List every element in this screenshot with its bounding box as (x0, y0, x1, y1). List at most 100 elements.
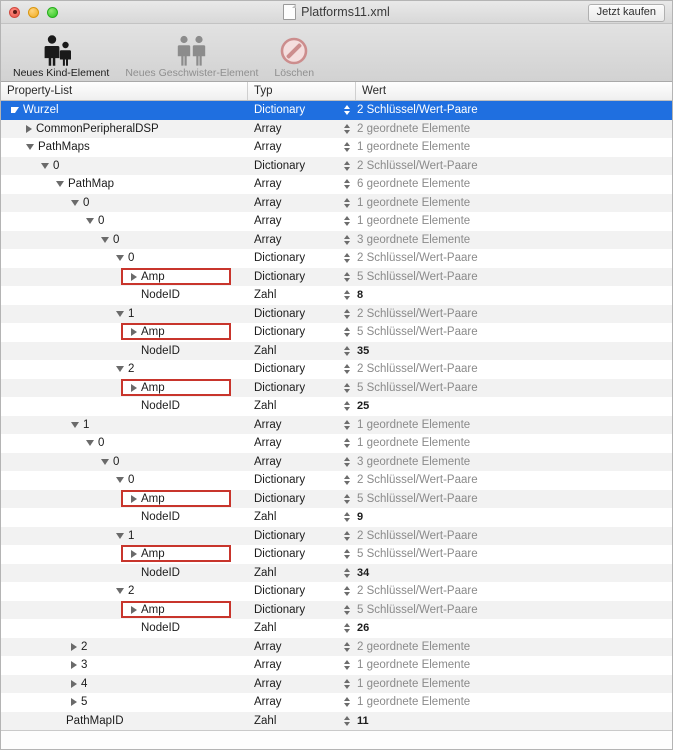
tree-row-value-cell[interactable]: 2 geordnete Elemente (356, 641, 672, 653)
tree-row-type-cell[interactable]: Dictionary (248, 252, 338, 264)
tree-row-name-cell[interactable]: NodeID (1, 564, 248, 583)
tree-row-value-cell[interactable]: 3 geordnete Elemente (356, 234, 672, 246)
tree-row[interactable]: 5 Array 1 geordnete Elemente (1, 693, 672, 712)
tree-row[interactable]: NodeID Zahl 35 (1, 341, 672, 360)
tree-row-name-cell[interactable]: NodeID (1, 286, 248, 305)
value-stepper[interactable] (338, 196, 356, 209)
value-stepper[interactable] (338, 677, 356, 690)
tree-row-type-cell[interactable]: Array (248, 197, 338, 209)
tree-row[interactable]: Amp Dictionary 5 Schlüssel/Wert-Paare (1, 323, 672, 342)
value-stepper[interactable] (338, 122, 356, 135)
tree-row-name-cell[interactable]: 0 (1, 453, 248, 472)
tree-row[interactable]: NodeID Zahl 26 (1, 619, 672, 638)
tree-row-type-cell[interactable]: Array (248, 419, 338, 431)
tree-row-name-cell[interactable]: Wurzel (1, 101, 248, 120)
tree-row-name-cell[interactable]: Amp (1, 545, 248, 564)
tree-row-value-cell[interactable]: 5 Schlüssel/Wert-Paare (356, 493, 672, 505)
tree-row-type-cell[interactable]: Zahl (248, 567, 338, 579)
property-list-tree[interactable]: Wurzel Dictionary 2 Schlüssel/Wert-Paare Co… (1, 101, 672, 733)
tree-row-value-cell[interactable]: 5 Schlüssel/Wert-Paare (356, 271, 672, 283)
tree-row-type-cell[interactable]: Dictionary (248, 548, 338, 560)
zoom-light-icon[interactable] (47, 6, 58, 18)
tree-row[interactable]: 0 Dictionary 2 Schlüssel/Wert-Paare (1, 156, 672, 175)
chevron-right-icon[interactable] (131, 272, 137, 281)
tree-row-type-cell[interactable]: Zahl (248, 715, 338, 727)
tree-row[interactable]: 2 Dictionary 2 Schlüssel/Wert-Paare (1, 582, 672, 601)
tree-row[interactable]: 0 Array 1 geordnete Elemente (1, 193, 672, 212)
chevron-down-icon[interactable] (116, 532, 124, 539)
tree-row-value-cell[interactable]: 34 (356, 567, 672, 579)
tree-row-type-cell[interactable]: Array (248, 141, 338, 153)
tree-row-name-cell[interactable]: NodeID (1, 619, 248, 638)
tree-row[interactable]: NodeID Zahl 25 (1, 397, 672, 416)
delete-button[interactable]: Löschen (268, 26, 320, 79)
chevron-down-icon[interactable] (71, 199, 79, 206)
chevron-down-icon[interactable] (26, 144, 34, 151)
value-stepper[interactable] (338, 566, 356, 579)
tree-row-value-cell[interactable]: 2 Schlüssel/Wert-Paare (356, 104, 672, 116)
tree-row-name-cell[interactable]: PathMaps (1, 138, 248, 157)
tree-row-name-cell[interactable]: 2 (1, 582, 248, 601)
tree-row-value-cell[interactable]: 6 geordnete Elemente (356, 178, 672, 190)
tree-row-type-cell[interactable]: Zahl (248, 345, 338, 357)
tree-row[interactable]: 1 Dictionary 2 Schlüssel/Wert-Paare (1, 304, 672, 323)
value-stepper[interactable] (338, 511, 356, 524)
tree-row[interactable]: Amp Dictionary 5 Schlüssel/Wert-Paare (1, 600, 672, 619)
tree-row-value-cell[interactable]: 2 Schlüssel/Wert-Paare (356, 308, 672, 320)
value-stepper[interactable] (338, 178, 356, 191)
tree-row-value-cell[interactable]: 2 Schlüssel/Wert-Paare (356, 363, 672, 375)
tree-row-value-cell[interactable]: 2 geordnete Elemente (356, 123, 672, 135)
value-stepper[interactable] (338, 104, 356, 117)
tree-row-type-cell[interactable]: Zahl (248, 511, 338, 523)
tree-row-type-cell[interactable]: Array (248, 456, 338, 468)
tree-row-name-cell[interactable]: 5 (1, 693, 248, 712)
tree-row-value-cell[interactable]: 1 geordnete Elemente (356, 419, 672, 431)
value-stepper[interactable] (338, 585, 356, 598)
tree-row[interactable]: NodeID Zahl 9 (1, 508, 672, 527)
tree-row-type-cell[interactable]: Array (248, 641, 338, 653)
tree-row-type-cell[interactable]: Zahl (248, 622, 338, 634)
value-stepper[interactable] (338, 289, 356, 302)
tree-row-value-cell[interactable]: 1 geordnete Elemente (356, 215, 672, 227)
tree-row[interactable]: 1 Array 1 geordnete Elemente (1, 415, 672, 434)
tree-row[interactable]: PathMap Array 6 geordnete Elemente (1, 175, 672, 194)
chevron-down-icon[interactable] (101, 458, 109, 465)
chevron-down-icon[interactable] (41, 162, 49, 169)
chevron-down-icon[interactable] (116, 255, 124, 262)
chevron-down-icon[interactable] (86, 218, 94, 225)
chevron-right-icon[interactable] (71, 661, 77, 670)
new-child-element-button[interactable]: Neues Kind-Element (7, 26, 115, 79)
tree-row-type-cell[interactable]: Array (248, 659, 338, 671)
tree-row-type-cell[interactable]: Dictionary (248, 530, 338, 542)
value-stepper[interactable] (338, 215, 356, 228)
tree-row-type-cell[interactable]: Dictionary (248, 271, 338, 283)
chevron-right-icon[interactable] (26, 124, 32, 133)
chevron-down-icon[interactable] (116, 477, 124, 484)
chevron-right-icon[interactable] (131, 494, 137, 503)
tree-row-value-cell[interactable]: 25 (356, 400, 672, 412)
tree-row-name-cell[interactable]: 0 (1, 434, 248, 453)
tree-row-name-cell[interactable]: CommonPeripheralDSP (1, 120, 248, 139)
value-stepper[interactable] (338, 437, 356, 450)
chevron-right-icon[interactable] (71, 698, 77, 707)
tree-row[interactable]: 1 Dictionary 2 Schlüssel/Wert-Paare (1, 526, 672, 545)
value-stepper[interactable] (338, 603, 356, 616)
tree-row[interactable]: NodeID Zahl 34 (1, 563, 672, 583)
close-light-icon[interactable] (9, 6, 20, 18)
tree-row-name-cell[interactable]: Amp (1, 323, 248, 342)
tree-row[interactable]: 4 Array 1 geordnete Elemente (1, 674, 672, 693)
tree-row-value-cell[interactable]: 1 geordnete Elemente (356, 197, 672, 209)
chevron-right-icon[interactable] (131, 383, 137, 392)
value-stepper[interactable] (338, 326, 356, 339)
tree-row-value-cell[interactable]: 26 (356, 622, 672, 634)
value-stepper[interactable] (338, 141, 356, 154)
value-stepper[interactable] (338, 252, 356, 265)
value-stepper[interactable] (338, 270, 356, 283)
chevron-right-icon[interactable] (131, 328, 137, 337)
value-stepper[interactable] (338, 381, 356, 394)
tree-row-type-cell[interactable]: Array (248, 234, 338, 246)
value-stepper[interactable] (338, 418, 356, 431)
tree-row[interactable]: Wurzel Dictionary 2 Schlüssel/Wert-Paare (1, 101, 672, 120)
tree-row-name-cell[interactable]: Amp (1, 267, 248, 287)
tree-row[interactable]: 2 Array 2 geordnete Elemente (1, 637, 672, 656)
